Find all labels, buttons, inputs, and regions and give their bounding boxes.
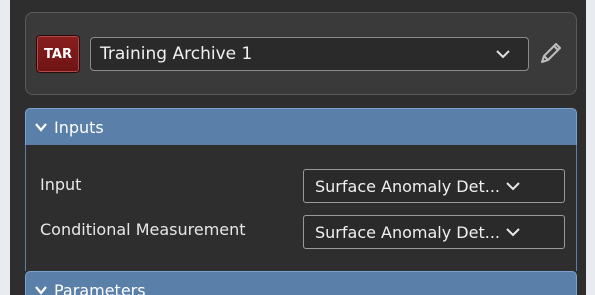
archive-dropdown[interactable]: Training Archive 1: [90, 37, 529, 71]
inputs-section-title: Inputs: [54, 117, 104, 137]
chevron-down-icon: [506, 182, 520, 191]
tar-icon: TAR: [36, 35, 80, 73]
inputs-section-header[interactable]: Inputs: [25, 108, 577, 146]
conditional-measurement-label: Conditional Measurement: [40, 220, 246, 239]
parameters-section-title: Parameters: [54, 280, 146, 295]
inputs-section-body: Input Surface Anomaly Det... Conditional…: [25, 145, 577, 271]
conditional-measurement-dropdown-value: Surface Anomaly Det...: [315, 222, 500, 242]
chevron-down-icon: [506, 228, 520, 237]
input-dropdown[interactable]: Surface Anomaly Det...: [303, 169, 565, 203]
chevron-down-icon: [35, 123, 47, 132]
input-dropdown-value: Surface Anomaly Det...: [315, 176, 500, 196]
archive-card: TAR Training Archive 1: [25, 12, 577, 95]
chevron-down-icon: [35, 286, 47, 295]
conditional-measurement-dropdown[interactable]: Surface Anomaly Det...: [303, 215, 565, 249]
parameters-section-header[interactable]: Parameters: [25, 271, 577, 295]
archive-dropdown-value: Training Archive 1: [100, 44, 253, 64]
pencil-icon[interactable]: [537, 39, 565, 67]
tool-panel: TAR Training Archive 1 Inputs Input Surf…: [10, 0, 586, 295]
chevron-down-icon: [496, 50, 510, 59]
input-label: Input: [40, 175, 82, 194]
